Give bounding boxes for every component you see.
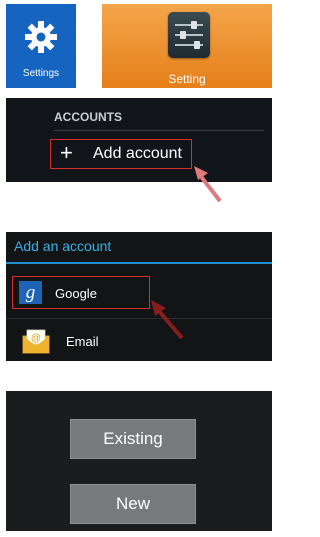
email-envelope-icon: @ bbox=[22, 329, 50, 354]
existing-button[interactable]: Existing bbox=[70, 419, 196, 459]
sliders-icon bbox=[168, 12, 210, 58]
google-account-option[interactable]: g Google bbox=[12, 276, 150, 309]
pointer-arrow-icon bbox=[194, 166, 222, 203]
add-account-dialog: Add an account g Google @ Email bbox=[6, 232, 272, 361]
settings-tile[interactable]: Settings bbox=[6, 4, 76, 88]
svg-text:@: @ bbox=[31, 333, 41, 344]
email-account-option[interactable]: @ Email bbox=[6, 322, 272, 359]
add-account-label: Add account bbox=[93, 145, 182, 162]
plus-icon: + bbox=[60, 140, 73, 165]
google-g-icon: g bbox=[19, 281, 42, 304]
accounts-header: ACCOUNTS bbox=[54, 110, 122, 124]
google-option-label: Google bbox=[55, 286, 97, 301]
title-divider bbox=[6, 262, 272, 264]
email-option-label: Email bbox=[66, 334, 99, 349]
list-divider bbox=[6, 318, 272, 319]
gear-icon bbox=[25, 21, 57, 53]
setting-app-tile[interactable]: Setting bbox=[102, 4, 272, 88]
pointer-arrow-icon bbox=[151, 300, 184, 340]
setting-tile-label: Setting bbox=[168, 72, 206, 86]
account-choice-panel: Existing New bbox=[6, 391, 272, 531]
add-account-button[interactable]: + Add account bbox=[50, 139, 192, 169]
accounts-section: ACCOUNTS + Add account bbox=[6, 98, 272, 182]
dialog-title: Add an account bbox=[14, 238, 112, 254]
new-button[interactable]: New bbox=[70, 484, 196, 524]
settings-tile-label: Settings bbox=[22, 68, 60, 79]
section-divider bbox=[54, 130, 264, 131]
